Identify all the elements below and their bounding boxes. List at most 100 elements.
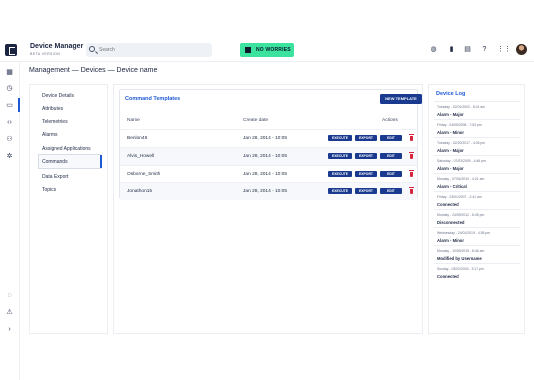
log-entry-event: Connected — [437, 274, 459, 279]
trash-icon[interactable] — [409, 170, 414, 177]
subnav-item-device-details[interactable]: Device Details — [42, 93, 74, 99]
execute-button[interactable]: EXECUTE — [328, 135, 352, 141]
log-entry-date: Friday - 04/05/2006 - 7:53 pm — [437, 123, 482, 127]
log-entry-date: Tuesday - 02/20/2017 - 4:26 pm — [437, 141, 486, 145]
search-input[interactable] — [99, 45, 207, 55]
status-square-icon — [245, 47, 251, 53]
code-icon[interactable]: ‹› — [5, 118, 14, 127]
subnav-item-topics[interactable]: Topics — [42, 187, 56, 193]
log-entry-date: Friday - 23/01/2007 - 2:41 am — [437, 195, 482, 199]
log-entry-event: Disconnected — [437, 220, 465, 225]
users-icon[interactable]: ⚇ — [5, 135, 14, 144]
log-entry-date: Monday - 10/09/2015 - 8:46 am — [437, 249, 485, 253]
active-nav-indicator — [18, 98, 20, 112]
table-row[interactable]: Benlon46 Jan 28, 2014 - 10:05 EXECUTE EX… — [120, 129, 417, 147]
device-subnav: Device Details Attributes Telemetries Al… — [29, 84, 108, 334]
avatar[interactable] — [516, 44, 527, 55]
subnav-item-attributes[interactable]: Attributes — [42, 106, 63, 112]
log-entry-date: Sunday - 03/02/2003 - 3:17 pm — [437, 267, 484, 271]
log-entry-event: Alarm - Critical — [437, 184, 467, 189]
log-entry-date: Wednesday - 24/01/2019 - 4:38 pm — [437, 231, 491, 235]
export-button[interactable]: EXPORT — [355, 171, 377, 177]
status-indicator[interactable]: NO WORRIES — [240, 43, 294, 57]
clock-icon[interactable]: ◷ — [5, 84, 14, 93]
column-header-name[interactable]: Name — [127, 118, 140, 123]
globe-icon[interactable]: ◍ — [429, 45, 438, 54]
log-entry: Tuesday - 02/01/2002 - 8:41 am Alarm - M… — [434, 101, 520, 119]
trash-icon[interactable] — [409, 187, 414, 194]
cell-name: Alvis_Howell — [127, 154, 155, 159]
log-entry: Monday - 07/04/2010 - 4:21 am Alarm - Cr… — [434, 173, 520, 191]
dashboard-icon[interactable]: ▦ — [5, 68, 14, 77]
cell-name: Benlon46 — [127, 136, 148, 141]
cell-date: Jan 28, 2014 - 10:05 — [243, 154, 288, 159]
export-button[interactable]: EXPORT — [355, 188, 377, 194]
log-entry-date: Monday - 24/09/2012 - 6:45 pm — [437, 213, 485, 217]
log-entry-date: Tuesday - 02/01/2002 - 8:41 am — [437, 105, 486, 109]
log-entry: Tuesday - 02/20/2017 - 4:26 pm Alarm - M… — [434, 137, 520, 155]
main-panel: Command Templates NEW TEMPLATE Name Crea… — [113, 84, 423, 334]
top-bar: Device Manager BETA VERSION NO WORRIES ◍… — [0, 40, 534, 62]
side-nav: ▦ ◷ ▭ ‹› ⚇ ✲ ◌ ⚠ › — [0, 62, 20, 380]
log-entry: Wednesday - 24/01/2019 - 4:38 pm Alarm -… — [434, 227, 520, 245]
device-log-title: Device Log — [436, 91, 466, 97]
log-entry: Friday - 04/05/2006 - 7:53 pm Alarm - Mi… — [434, 119, 520, 137]
help-icon[interactable]: ? — [480, 45, 489, 54]
log-entry: Friday - 23/01/2007 - 2:41 am Connected — [434, 191, 520, 209]
log-entry-event: Alarm - Major — [437, 112, 464, 117]
breadcrumb: Management — Devices — Device name — [29, 67, 158, 74]
column-header-actions: Actions — [382, 118, 398, 123]
expand-icon[interactable]: › — [5, 325, 14, 334]
subnav-item-telemetries[interactable]: Telemetries — [42, 119, 68, 125]
settings-icon[interactable]: ✲ — [5, 152, 14, 161]
execute-button[interactable]: EXECUTE — [328, 188, 352, 194]
edit-button[interactable]: EDIT — [380, 171, 402, 177]
apps-grid-icon[interactable]: ⋮⋮ — [497, 45, 511, 54]
table-row[interactable]: Osborne_Smith Jan 28, 2014 - 10:05 EXECU… — [120, 165, 417, 183]
subnav-item-commands[interactable]: Commands — [42, 159, 68, 165]
devices-icon[interactable]: ▭ — [5, 101, 14, 110]
table-row[interactable]: Jonathon15 Jan 28, 2014 - 10:05 EXECUTE … — [120, 182, 417, 200]
device-log-panel: Device Log Tuesday - 02/01/2002 - 8:41 a… — [428, 84, 525, 334]
app-title: Device Manager — [30, 43, 84, 50]
search-icon — [89, 46, 95, 52]
loading-icon[interactable]: ◌ — [5, 291, 14, 300]
edit-button[interactable]: EDIT — [380, 188, 402, 194]
app-logo[interactable] — [5, 44, 17, 56]
bar-chart-icon[interactable]: ▮ — [447, 45, 456, 54]
subnav-item-assigned-applications[interactable]: Assigned Applications — [42, 146, 91, 152]
export-button[interactable]: EXPORT — [355, 153, 377, 159]
table-row[interactable]: Alvis_Howell Jan 28, 2014 - 10:05 EXECUT… — [120, 147, 417, 165]
log-entry-event: Alarm - Major — [437, 166, 464, 171]
search-box — [86, 43, 212, 57]
card-title: Command Templates — [125, 96, 181, 102]
status-label: NO WORRIES — [256, 47, 291, 53]
warning-icon[interactable]: ⚠ — [5, 308, 14, 317]
edit-button[interactable]: EDIT — [380, 153, 402, 159]
trash-icon[interactable] — [409, 134, 414, 141]
log-entry-date: Monday - 07/04/2010 - 4:21 am — [437, 177, 485, 181]
execute-button[interactable]: EXECUTE — [328, 153, 352, 159]
app-subtitle: BETA VERSION — [30, 52, 61, 56]
subnav-item-data-export[interactable]: Data Export — [42, 174, 68, 180]
log-entry-date: Saturday - 07/03/2009 - 4:46 pm — [437, 159, 486, 163]
log-entry: Saturday - 07/03/2009 - 4:46 pm Alarm - … — [434, 155, 520, 173]
subnav-item-alarms[interactable]: Alarms — [42, 132, 58, 138]
log-entry-event: Alarm - Minor — [437, 130, 464, 135]
chat-icon[interactable]: ▤ — [463, 45, 472, 54]
log-entry-event: Alarm - Minor — [437, 238, 464, 243]
new-template-button[interactable]: NEW TEMPLATE — [380, 94, 422, 104]
log-entry-event: Alarm - Major — [437, 148, 464, 153]
cell-date: Jan 28, 2014 - 10:05 — [243, 189, 288, 194]
trash-icon[interactable] — [409, 152, 414, 159]
cell-name: Osborne_Smith — [127, 172, 161, 177]
cell-name: Jonathon15 — [127, 189, 153, 194]
execute-button[interactable]: EXECUTE — [328, 171, 352, 177]
column-header-date[interactable]: Create date — [243, 118, 268, 123]
log-entry: Monday - 24/09/2012 - 6:45 pm Disconnect… — [434, 209, 520, 227]
log-entry: Monday - 10/09/2015 - 8:46 am Modified b… — [434, 245, 520, 263]
log-entry-event: Connected — [437, 202, 459, 207]
edit-button[interactable]: EDIT — [380, 135, 402, 141]
export-button[interactable]: EXPORT — [355, 135, 377, 141]
cell-date: Jan 28, 2014 - 10:05 — [243, 136, 288, 141]
